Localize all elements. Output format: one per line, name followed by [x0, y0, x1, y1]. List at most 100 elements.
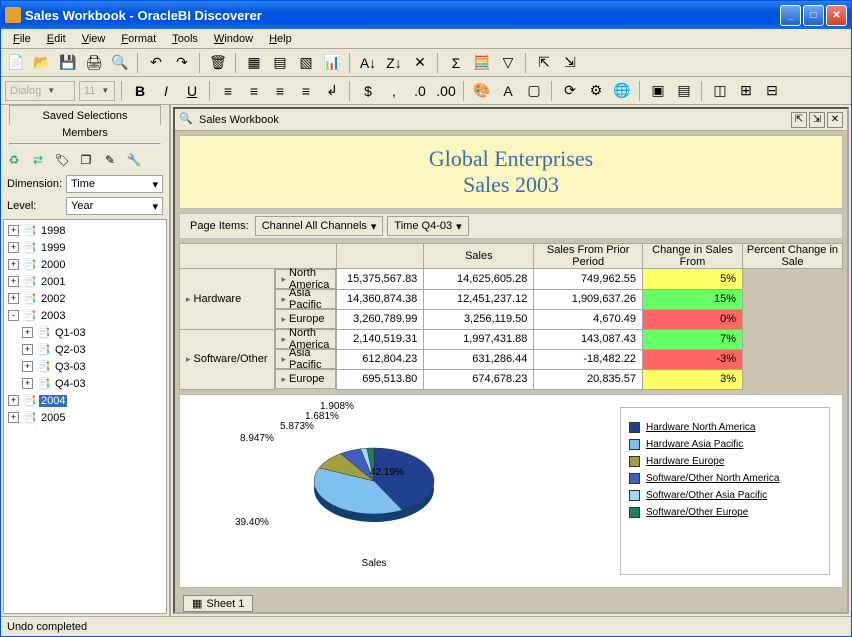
- align-center-icon[interactable]: ≡: [243, 80, 265, 102]
- sort-asc-icon[interactable]: A↓: [357, 52, 379, 74]
- time-tree[interactable]: +📑1998+📑1999+📑2000+📑2001+📑2002-📑2003+📑Q1…: [3, 219, 167, 614]
- expander-icon[interactable]: +: [8, 412, 19, 423]
- expander-icon[interactable]: +: [22, 378, 33, 389]
- menu-format[interactable]: Format: [113, 31, 164, 47]
- inc-dec-icon[interactable]: .0: [409, 80, 431, 102]
- legend-item[interactable]: Software/Other Asia Pacific: [629, 490, 821, 501]
- comma-icon[interactable]: ,: [383, 80, 405, 102]
- tree-node-1999[interactable]: +📑1999: [6, 239, 164, 256]
- expander-icon[interactable]: +: [8, 242, 19, 253]
- wrap-icon[interactable]: ↲: [321, 80, 343, 102]
- channel-select[interactable]: Channel All Channels ▾: [255, 216, 384, 236]
- dec-dec-icon[interactable]: .00: [435, 80, 457, 102]
- tree-node-2000[interactable]: +📑2000: [6, 256, 164, 273]
- open-icon[interactable]: 📂: [31, 52, 53, 74]
- view2-icon[interactable]: ▤: [673, 80, 695, 102]
- chart2-icon[interactable]: 📊: [321, 52, 343, 74]
- save-icon[interactable]: 💾: [57, 52, 79, 74]
- legend-item[interactable]: Software/Other North America: [629, 473, 821, 484]
- tree-node-Q2-03[interactable]: +📑Q2-03: [6, 341, 164, 358]
- border-icon[interactable]: ▢: [523, 80, 545, 102]
- table-icon[interactable]: ▤: [269, 52, 291, 74]
- sort-desc-icon[interactable]: Z↓: [383, 52, 405, 74]
- layout1-icon[interactable]: ◫: [709, 80, 731, 102]
- tree-node-1998[interactable]: +📑1998: [6, 222, 164, 239]
- tree-node-2002[interactable]: +📑2002: [6, 290, 164, 307]
- tree-node-Q3-03[interactable]: +📑Q3-03: [6, 358, 164, 375]
- table-row[interactable]: ▸Asia Pacific612,804.23631,286.44-18,482…: [180, 349, 843, 369]
- table-row[interactable]: ▸Asia Pacific14,360,874.3812,451,237.121…: [180, 289, 843, 309]
- expander-icon[interactable]: +: [22, 361, 33, 372]
- close2-icon[interactable]: ✕: [827, 112, 843, 128]
- tree-label[interactable]: 2003: [39, 310, 67, 322]
- tree-node-2001[interactable]: +📑2001: [6, 273, 164, 290]
- tree-label[interactable]: Q4-03: [53, 378, 88, 390]
- view1-icon[interactable]: ▣: [647, 80, 669, 102]
- legend-item[interactable]: Hardware Europe: [629, 456, 821, 467]
- table-row[interactable]: ▸Europe695,513.80674,678.2320,835.573%: [180, 369, 843, 389]
- export2-icon[interactable]: ⇲: [559, 52, 581, 74]
- saved-selections-tab[interactable]: Saved Selections: [9, 105, 161, 125]
- refresh-icon[interactable]: ⟳: [559, 80, 581, 102]
- data-table[interactable]: SalesSales From Prior PeriodChange in Sa…: [179, 243, 843, 390]
- expander-icon[interactable]: -: [8, 310, 19, 321]
- maximize2-icon[interactable]: ⇲: [809, 112, 825, 128]
- level-select[interactable]: Year▾: [66, 197, 163, 215]
- swap-icon[interactable]: ⇄: [29, 151, 47, 169]
- sheet-tab[interactable]: ▦Sheet 1: [183, 595, 253, 612]
- expander-icon[interactable]: +: [8, 225, 19, 236]
- tree-node-2005[interactable]: +📑2005: [6, 409, 164, 426]
- copy-icon[interactable]: ❐: [77, 151, 95, 169]
- new-icon[interactable]: 📄: [5, 52, 27, 74]
- table-row[interactable]: ▸Hardware▸North America15,375,567.8314,6…: [180, 269, 843, 290]
- filter-icon[interactable]: ▽: [497, 52, 519, 74]
- tree-node-Q4-03[interactable]: +📑Q4-03: [6, 375, 164, 392]
- menu-view[interactable]: View: [74, 31, 114, 47]
- tree-label[interactable]: 2001: [39, 276, 67, 288]
- restore-icon[interactable]: ⇱: [791, 112, 807, 128]
- font-select[interactable]: Dialog▼: [5, 81, 75, 101]
- text-color-icon[interactable]: A: [497, 80, 519, 102]
- tree-label[interactable]: 2002: [39, 293, 67, 305]
- menu-help[interactable]: Help: [261, 31, 300, 47]
- expander-icon[interactable]: +: [8, 259, 19, 270]
- delete-icon[interactable]: 🗑: [207, 52, 229, 74]
- table-row[interactable]: ▸Software/Other▸North America2,140,519.3…: [180, 329, 843, 349]
- tree-label[interactable]: 2005: [39, 412, 67, 424]
- minimize-button[interactable]: _: [780, 5, 801, 26]
- expander-icon[interactable]: +: [8, 276, 19, 287]
- tree-node-2003[interactable]: -📑2003: [6, 307, 164, 324]
- italic-icon[interactable]: I: [155, 80, 177, 102]
- legend-item[interactable]: Software/Other Europe: [629, 507, 821, 518]
- align-right-icon[interactable]: ≡: [269, 80, 291, 102]
- menu-edit[interactable]: Edit: [39, 31, 74, 47]
- menu-file[interactable]: File: [5, 31, 39, 47]
- tree-label[interactable]: 1999: [39, 242, 67, 254]
- tree-label[interactable]: 1998: [39, 225, 67, 237]
- dimension-select[interactable]: Time▾: [66, 175, 163, 193]
- tag-icon[interactable]: 🏷: [53, 151, 71, 169]
- currency-icon[interactable]: $: [357, 80, 379, 102]
- globe-icon[interactable]: 🌐: [611, 80, 633, 102]
- tree-node-Q1-03[interactable]: +📑Q1-03: [6, 324, 164, 341]
- layout3-icon[interactable]: ⊟: [761, 80, 783, 102]
- layout2-icon[interactable]: ⊞: [735, 80, 757, 102]
- tree-label[interactable]: Q2-03: [53, 344, 88, 356]
- table-row[interactable]: ▸Europe3,260,789.993,256,119.504,670.490…: [180, 309, 843, 329]
- legend-item[interactable]: Hardware North America: [629, 422, 821, 433]
- sort-clear-icon[interactable]: ✕: [409, 52, 431, 74]
- close-button[interactable]: ✕: [826, 5, 847, 26]
- align-left-icon[interactable]: ≡: [217, 80, 239, 102]
- tree-label[interactable]: 2004: [39, 395, 67, 407]
- align-justify-icon[interactable]: ≡: [295, 80, 317, 102]
- fill-icon[interactable]: 🎨: [471, 80, 493, 102]
- calc-icon[interactable]: 🧮: [471, 52, 493, 74]
- tool-icon[interactable]: 🔧: [125, 151, 143, 169]
- expander-icon[interactable]: +: [8, 293, 19, 304]
- tree-label[interactable]: Q1-03: [53, 327, 88, 339]
- opt-icon[interactable]: ⚙: [585, 80, 607, 102]
- underline-icon[interactable]: U: [181, 80, 203, 102]
- tree-label[interactable]: 2000: [39, 259, 67, 271]
- tree-label[interactable]: Q3-03: [53, 361, 88, 373]
- menu-window[interactable]: Window: [206, 31, 261, 47]
